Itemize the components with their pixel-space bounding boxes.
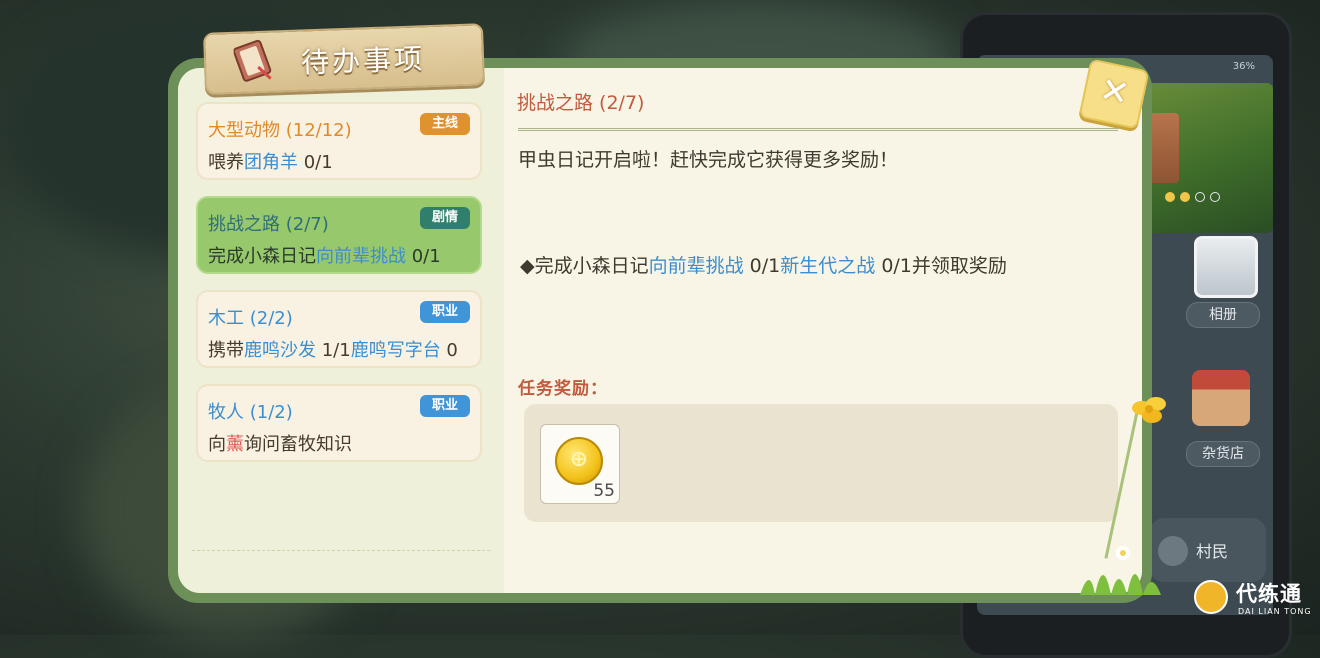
highlight-text: 向前辈挑战	[316, 246, 406, 267]
quest-desc: 喂养团角羊 0/1	[208, 148, 333, 174]
quest-name: 大型动物 (12/12)	[208, 120, 352, 141]
text-segment: 0	[440, 340, 458, 361]
text-segment: 0/1并领取奖励	[875, 255, 1007, 277]
quest-desc: 完成小森日记向前辈挑战 0/1	[208, 242, 441, 268]
title-underline	[518, 128, 1118, 131]
text-segment: 0/1	[743, 255, 781, 277]
album-label[interactable]: 相册	[1186, 302, 1260, 328]
carousel-dot[interactable]	[1180, 192, 1190, 202]
panel-title: 待办事项	[300, 42, 426, 80]
text-segment: 携带	[208, 340, 244, 361]
quest-card-selected[interactable]: 挑战之路 (2/7) 剧情 完成小森日记向前辈挑战 0/1	[196, 196, 482, 274]
carousel-dot[interactable]	[1210, 192, 1220, 202]
quest-tag: 职业	[420, 395, 470, 417]
villager-label: 村民	[1196, 542, 1229, 561]
quest-card[interactable]: 大型动物 (12/12) 主线 喂养团角羊 0/1	[196, 102, 482, 180]
text-segment: 0/1	[406, 246, 441, 267]
quest-desc: 携带鹿鸣沙发 1/1鹿鸣写字台 0	[208, 336, 458, 362]
quest-card[interactable]: 木工 (2/2) 职业 携带鹿鸣沙发 1/1鹿鸣写字台 0	[196, 290, 482, 368]
quest-card[interactable]: 牧人 (1/2) 职业 向薰询问畜牧知识	[196, 384, 482, 462]
text-segment: 询问畜牧知识	[244, 434, 352, 455]
text-segment: ◆完成小森日记	[520, 255, 649, 277]
highlight-text: 新生代之战	[780, 255, 876, 277]
highlight-text: 鹿鸣沙发	[244, 340, 316, 361]
panel-header: 待办事项	[203, 23, 485, 95]
reward-label: 任务奖励：	[518, 379, 608, 399]
watermark-logo-icon	[1194, 580, 1228, 614]
highlight-text: 团角羊	[244, 152, 298, 173]
villager-button[interactable]: 村民	[1150, 518, 1266, 582]
grass-icon	[1080, 546, 1161, 595]
quest-name: 挑战之路 (2/7)	[208, 214, 329, 235]
flower-icon	[1132, 397, 1166, 423]
gold-coin-icon: ⊕	[555, 437, 603, 485]
quest-name: 木工 (2/2)	[208, 308, 293, 329]
quest-tag: 主线	[420, 113, 470, 135]
watermark-name: 代练通	[1236, 582, 1302, 606]
highlight-text: 向前辈挑战	[648, 255, 744, 277]
battery-status: 36%	[1232, 61, 1255, 72]
text-segment: 向	[208, 434, 226, 455]
highlight-text: 鹿鸣写字台	[350, 340, 441, 361]
quest-name: 牧人 (1/2)	[208, 402, 293, 423]
divider	[192, 550, 490, 551]
text-segment: 1/1	[316, 340, 351, 361]
text-segment: 喂养	[208, 152, 244, 173]
carousel-dot[interactable]	[1165, 192, 1175, 202]
text-segment: 完成小森日记	[208, 246, 316, 267]
store-icon[interactable]	[1192, 370, 1250, 426]
reward-item[interactable]: ⊕ 55	[540, 424, 620, 504]
quest-tag: 剧情	[420, 207, 470, 229]
reward-count: 55	[593, 481, 615, 501]
quest-tag: 职业	[420, 301, 470, 323]
store-label[interactable]: 杂货店	[1186, 441, 1260, 467]
album-icon[interactable]	[1194, 236, 1258, 298]
text-segment: 0/1	[298, 152, 333, 173]
carousel-dot[interactable]	[1195, 192, 1205, 202]
close-icon: ✕	[1096, 69, 1133, 115]
quest-desc: 向薰询问畜牧知识	[208, 430, 352, 456]
detail-intro: 甲虫日记开启啦！赶快完成它获得更多奖励！	[518, 149, 899, 171]
detail-goal: ◆完成小森日记向前辈挑战 0/1新生代之战 0/1并领取奖励	[520, 251, 1007, 278]
detail-title: 挑战之路 (2/7)	[517, 92, 645, 114]
highlight-text: 薰	[226, 434, 244, 455]
close-button[interactable]: ✕	[1078, 58, 1150, 130]
watermark-logo: 代练通 DAI LIAN TONG	[1194, 576, 1320, 635]
watermark-sub: DAI LIAN TONG	[1238, 607, 1312, 616]
carousel-dots[interactable]	[1165, 192, 1220, 202]
book-icon	[233, 39, 272, 82]
